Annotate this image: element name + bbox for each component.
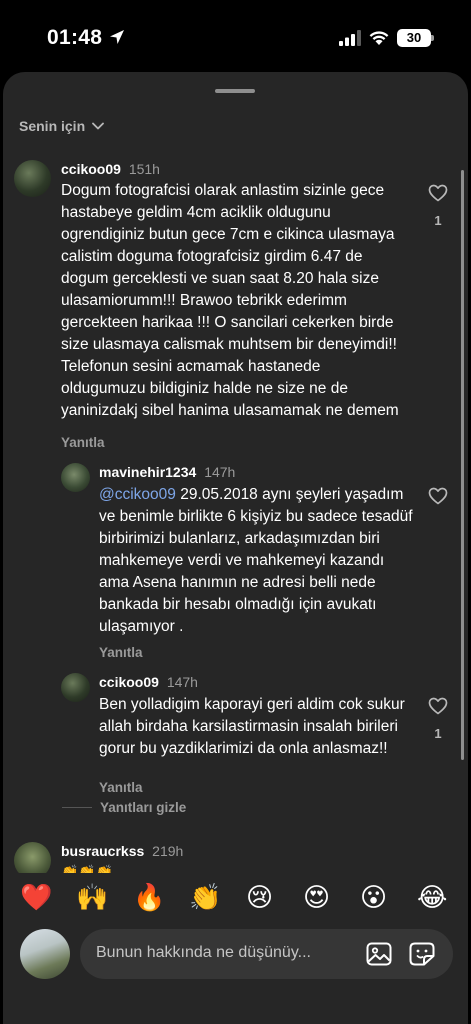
battery-indicator: 30 bbox=[397, 29, 431, 47]
comment-time: 219h bbox=[152, 843, 184, 859]
emoji-raised-hands[interactable]: 🙌 bbox=[76, 883, 108, 913]
emoji-crying[interactable]: 😢 bbox=[246, 883, 273, 913]
heart-icon[interactable] bbox=[428, 184, 448, 202]
chevron-down-icon bbox=[92, 122, 105, 130]
wifi-icon bbox=[369, 31, 389, 45]
divider bbox=[62, 807, 92, 808]
emoji-heart-eyes[interactable]: 😍 bbox=[303, 883, 330, 913]
comment-meta: ccikoo09 151h bbox=[61, 161, 160, 177]
sort-label: Senin için bbox=[19, 118, 86, 134]
username[interactable]: ccikoo09 bbox=[61, 161, 121, 177]
sheet-grabber[interactable] bbox=[215, 89, 255, 93]
hide-replies-button[interactable]: Yanıtları gizle bbox=[62, 800, 186, 815]
avatar[interactable] bbox=[61, 673, 90, 702]
emoji-surprised[interactable]: 😮 bbox=[360, 883, 387, 913]
reply-button[interactable]: Yanıtla bbox=[61, 435, 105, 450]
location-arrow-icon bbox=[110, 30, 124, 44]
emoji-reaction-bar: ❤️ 🙌 🔥 👏 😢 😍 😮 😂 bbox=[3, 873, 468, 921]
comment-text: Ben yolladigim kaporayi geri aldim cok s… bbox=[99, 696, 405, 757]
username[interactable]: busraucrkss bbox=[61, 843, 144, 859]
like-count: 1 bbox=[434, 213, 442, 228]
status-bar: 01:48 30 bbox=[0, 0, 471, 72]
emoji-laughing[interactable]: 😂 bbox=[417, 883, 447, 913]
heart-icon[interactable] bbox=[428, 697, 448, 715]
comment-time: 147h bbox=[166, 674, 198, 690]
comment-input-placeholder: Bunun hakkında ne düşünüy... bbox=[96, 944, 311, 961]
username[interactable]: ccikoo09 bbox=[99, 674, 159, 690]
sticker-icon[interactable] bbox=[409, 942, 435, 966]
comment-meta: ccikoo09 147h bbox=[99, 674, 198, 690]
comments-sheet: Senin için ccikoo09 151h Dogum fotografc… bbox=[3, 72, 468, 1024]
comment-meta: mavinehir1234 147h bbox=[99, 464, 235, 480]
comment-meta: busraucrkss 219h bbox=[61, 843, 183, 859]
comment-time: 151h bbox=[128, 161, 160, 177]
comment-text: @ccikoo09 29.05.2018 aynı şeyleri yaşadı… bbox=[99, 484, 415, 638]
comment-composer: Bunun hakkında ne düşünüy... bbox=[3, 922, 468, 1024]
sort-dropdown[interactable]: Senin için bbox=[19, 118, 105, 134]
reply-button[interactable]: Yanıtla bbox=[99, 645, 143, 660]
status-time: 01:48 bbox=[47, 26, 103, 49]
comment-text: Dogum fotografcisi olarak anlastim sizin… bbox=[61, 182, 399, 419]
reply-text: 29.05.2018 aynı şeyleri yaşadım ve benim… bbox=[99, 486, 413, 635]
heart-icon[interactable] bbox=[428, 487, 448, 505]
mention-link[interactable]: @ccikoo09 bbox=[99, 486, 176, 503]
reply-button[interactable]: Yanıtla bbox=[99, 780, 143, 795]
scrollbar[interactable] bbox=[461, 170, 464, 760]
my-avatar bbox=[20, 929, 70, 979]
avatar[interactable] bbox=[14, 160, 51, 197]
emoji-clapping[interactable]: 👏 bbox=[189, 883, 221, 913]
comment-input[interactable]: Bunun hakkında ne düşünüy... bbox=[80, 929, 453, 979]
image-icon[interactable] bbox=[366, 942, 392, 966]
hide-replies-label: Yanıtları gizle bbox=[100, 800, 187, 815]
battery-nub bbox=[431, 35, 434, 41]
avatar[interactable] bbox=[61, 463, 90, 492]
comment-time: 147h bbox=[204, 464, 236, 480]
username[interactable]: mavinehir1234 bbox=[99, 464, 196, 480]
cellular-signal-icon bbox=[339, 30, 361, 46]
like-count: 1 bbox=[434, 726, 442, 741]
emoji-fire[interactable]: 🔥 bbox=[133, 883, 165, 913]
emoji-heart[interactable]: ❤️ bbox=[20, 883, 52, 913]
